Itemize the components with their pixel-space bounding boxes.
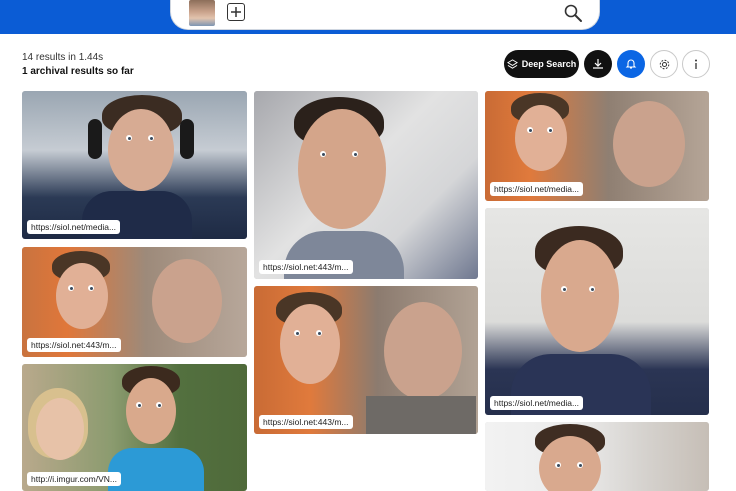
results-count: 14 results in 1.44s — [22, 52, 104, 63]
result-url[interactable]: https://siol.net/media... — [490, 182, 584, 196]
result-url[interactable]: https://siol.net:443/m... — [259, 415, 353, 429]
query-image-thumbnail[interactable] — [189, 0, 215, 26]
result-url[interactable]: https://siol.net/media... — [27, 220, 121, 234]
result-url[interactable]: https://siol.net:443/m... — [259, 260, 353, 274]
result-image — [485, 422, 709, 491]
result-image — [254, 286, 478, 434]
result-card[interactable] — [485, 422, 709, 491]
bell-icon — [625, 59, 637, 69]
result-card[interactable]: https://siol.net/media... — [485, 91, 709, 201]
result-image — [485, 208, 709, 415]
gear-icon — [659, 59, 669, 69]
result-url[interactable]: https://siol.net:443/m... — [27, 338, 121, 352]
result-image — [22, 91, 247, 239]
info-button[interactable] — [682, 50, 710, 78]
result-card[interactable]: https://siol.net:443/m... — [254, 286, 478, 434]
result-card[interactable]: https://siol.net:443/m... — [254, 91, 478, 279]
plus-icon — [231, 7, 241, 17]
alert-button[interactable] — [617, 50, 645, 78]
result-card[interactable]: https://siol.net/media... — [485, 208, 709, 415]
results-summary: 14 results in 1.44s 1 archival results s… — [22, 51, 134, 79]
result-url[interactable]: https://siol.net/media... — [490, 396, 584, 410]
result-url[interactable]: http://i.imgur.com/VN... — [27, 472, 121, 486]
download-icon — [593, 59, 603, 69]
info-icon — [695, 59, 697, 69]
result-card[interactable]: https://siol.net/media... — [22, 91, 247, 239]
result-image — [254, 91, 478, 279]
result-card[interactable]: https://siol.net:443/m... — [22, 247, 247, 357]
search-bar[interactable] — [170, 0, 600, 30]
layers-icon — [506, 58, 518, 69]
deep-search-button[interactable]: Deep Search — [504, 50, 579, 78]
download-button[interactable] — [584, 50, 612, 78]
archival-count: 1 archival results so far — [22, 66, 134, 77]
search-icon[interactable] — [563, 3, 583, 23]
deep-search-label: Deep Search — [521, 59, 577, 69]
result-card[interactable]: http://i.imgur.com/VN... — [22, 364, 247, 491]
add-image-button[interactable] — [227, 3, 245, 21]
settings-button[interactable] — [650, 50, 678, 78]
